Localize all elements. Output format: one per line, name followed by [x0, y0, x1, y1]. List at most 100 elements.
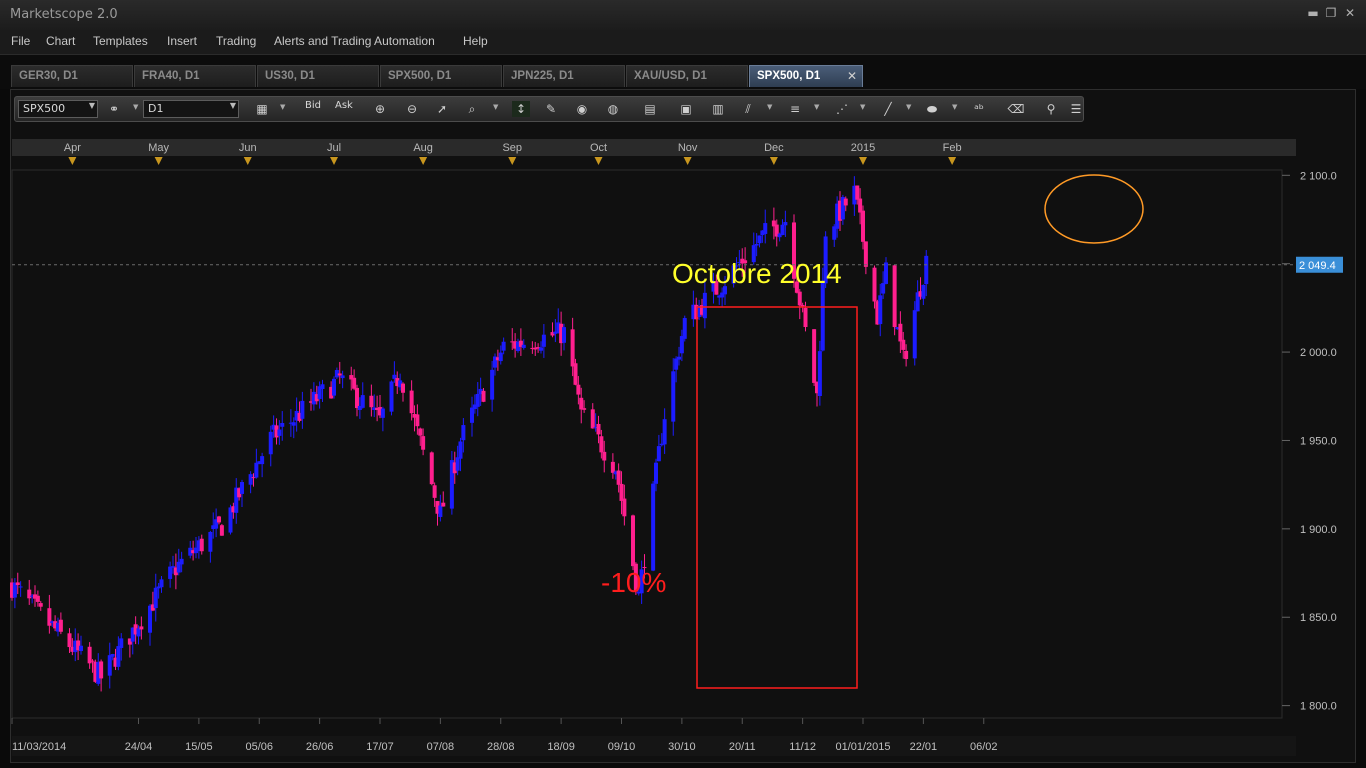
candle-body: [380, 408, 385, 418]
candle-body: [843, 198, 848, 206]
month-marker-icon: [948, 157, 957, 165]
y-tick-label: 1 800.0: [1300, 701, 1337, 713]
candle-body: [884, 262, 888, 284]
candle-body: [579, 397, 584, 410]
candle-body: [99, 661, 104, 679]
month-marker-icon: [154, 157, 163, 165]
month-label: Apr: [64, 142, 81, 154]
candle-body: [458, 441, 463, 459]
candle-body: [421, 436, 426, 450]
candle-body: [671, 371, 676, 422]
x-tick-label: 15/05: [185, 741, 213, 753]
x-tick-label: 07/08: [427, 741, 455, 753]
candle-body: [904, 350, 909, 360]
candle-body: [677, 356, 681, 360]
candle-body: [136, 628, 141, 637]
annotation-drawdown: -10%: [601, 567, 666, 598]
x-tick-label: 22/01: [910, 741, 938, 753]
candle-body: [107, 655, 112, 676]
x-tick-label: 05/06: [245, 741, 273, 753]
candle-body: [662, 419, 667, 445]
month-marker-icon: [243, 157, 252, 165]
month-marker-icon: [859, 157, 867, 165]
candle-body: [369, 395, 374, 408]
month-marker-icon: [683, 157, 692, 165]
month-label: Feb: [943, 142, 962, 154]
candle-body: [817, 351, 822, 397]
candle-body: [438, 505, 443, 517]
candle-body: [619, 483, 624, 501]
x-tick-label: 24/04: [125, 741, 153, 753]
month-label: Jul: [327, 142, 341, 154]
candle-body: [820, 281, 825, 351]
candle-body: [461, 425, 466, 441]
candle-body: [570, 329, 575, 367]
x-tick-label: 30/10: [668, 741, 696, 753]
candle-body: [429, 452, 434, 485]
candle-body: [441, 502, 446, 507]
candle-body: [754, 244, 759, 246]
time-axis-bar: [12, 139, 1296, 156]
candle-body: [15, 582, 20, 586]
candle-body: [702, 292, 707, 319]
chart-canvas[interactable]: Apr May Jun Jul Aug Sep Oct Nov Dec 2015 Feb 11/03/…: [0, 0, 1366, 768]
candle-body: [409, 390, 414, 414]
candle-body: [355, 387, 359, 409]
candle-body: [320, 384, 325, 389]
candle-body: [280, 423, 285, 427]
candle-body: [490, 369, 495, 400]
candle-body: [332, 378, 336, 396]
x-tick-label: 06/02: [970, 741, 998, 753]
candle-body: [401, 383, 405, 393]
x-tick-label: 01/01/2015: [835, 741, 890, 753]
candle-body: [277, 429, 282, 436]
month-label: May: [148, 142, 169, 154]
candle-body: [878, 295, 883, 325]
candle-body: [110, 654, 115, 657]
candle-body: [912, 310, 917, 359]
candle-body: [119, 638, 124, 648]
candle-body: [562, 327, 566, 343]
candle-body: [389, 381, 394, 412]
candle-body: [656, 446, 661, 462]
month-label: Aug: [413, 142, 433, 154]
month-marker-icon: [68, 157, 77, 165]
candle-body: [863, 241, 868, 267]
x-tick-label: 26/06: [306, 741, 334, 753]
annotation-title: Octobre 2014: [672, 258, 842, 289]
month-label: Nov: [678, 142, 698, 154]
candle-body: [800, 304, 805, 307]
x-tick-label: 17/07: [366, 741, 394, 753]
candle-body: [481, 390, 486, 402]
candle-body: [616, 470, 621, 485]
candle-body: [27, 589, 32, 599]
candle-body: [38, 603, 43, 607]
candle-body: [291, 422, 296, 426]
x-tick-label: 28/08: [487, 741, 515, 753]
candle-body: [602, 451, 607, 461]
candle-body: [797, 291, 802, 306]
candle-body: [898, 323, 903, 342]
month-marker-icon: [419, 157, 428, 165]
candle-body: [217, 516, 221, 523]
candle-body: [159, 579, 164, 588]
candle-body: [682, 318, 687, 339]
y-tick-label: 1 900.0: [1300, 524, 1337, 536]
candle-body: [576, 384, 581, 395]
candle-body: [924, 255, 929, 285]
candle-body: [90, 660, 95, 662]
candle-body: [455, 457, 460, 471]
candle-body: [757, 235, 762, 244]
candle-body: [199, 538, 204, 552]
candle-body: [783, 222, 788, 226]
candle-body: [248, 474, 253, 485]
candle-body: [651, 483, 656, 571]
candle-body: [674, 358, 679, 370]
candle-body: [240, 482, 244, 494]
y-tick-label: 2 100.0: [1300, 170, 1337, 182]
candle-body: [590, 409, 595, 429]
candle-body: [58, 619, 63, 632]
candle-body: [803, 307, 808, 328]
month-label: Jun: [239, 142, 257, 154]
candle-body: [780, 224, 785, 236]
